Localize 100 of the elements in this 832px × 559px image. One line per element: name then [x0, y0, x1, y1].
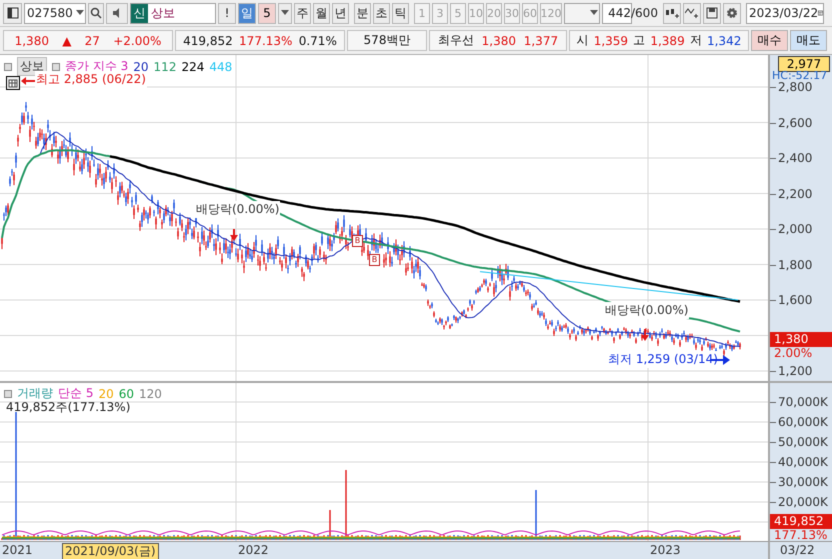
stock-code-field[interactable]: 027580: [24, 2, 86, 24]
quote-value: 1,342: [706, 34, 742, 48]
period-tab[interactable]: 주: [294, 2, 311, 24]
quote-value: 1,380: [482, 34, 516, 48]
date-tick-label: 2021: [2, 543, 33, 558]
dividend-note: 배당락(0.00%): [195, 201, 280, 218]
alert-button[interactable]: !: [218, 2, 236, 24]
price-tick-label: 2,400: [778, 151, 812, 165]
top-price-label: 2,977: [778, 56, 830, 72]
sound-button[interactable]: [106, 2, 128, 24]
quote-value: 1,377: [524, 34, 558, 48]
quote-value: 고: [633, 32, 646, 49]
high-price-note: 최고 2,885 (06/22): [35, 71, 147, 88]
volume-reading: 419,852주(177.13%): [6, 399, 130, 416]
sell-button[interactable]: 매도: [790, 30, 827, 51]
search-button[interactable]: [88, 2, 104, 24]
volume-tick-label: 50,000K: [778, 435, 828, 449]
toggle-square-icon[interactable]: [52, 62, 60, 70]
price-tick-label: 2,600: [778, 116, 812, 130]
price-tick-label: 1,200: [778, 364, 812, 378]
period-label: 20: [98, 386, 114, 400]
quote-value: 27: [84, 34, 100, 48]
quote-value: ▲: [62, 34, 72, 48]
search-icon: [90, 7, 102, 19]
volume-tick-label: 70,000K: [778, 395, 828, 409]
layout-button[interactable]: [3, 2, 22, 24]
dropdown-caret-icon: [589, 10, 599, 16]
dropdown-caret-icon: [280, 10, 290, 16]
quote-value: 419,852: [183, 34, 233, 48]
save-icon: [706, 7, 718, 19]
settings-icon: [726, 7, 738, 19]
line-plus-icon: [684, 7, 699, 19]
quote-value: 1,389: [650, 34, 685, 48]
period-count-field[interactable]: 5: [258, 2, 276, 24]
price-tick-label: 1,600: [778, 293, 812, 307]
bar-count-field[interactable]: 442: [602, 2, 632, 24]
period-tab[interactable]: 월: [313, 2, 330, 24]
period-tab[interactable]: 년: [332, 2, 349, 24]
period-label: 224: [181, 60, 204, 74]
calendar-icon: [818, 8, 823, 18]
period-tab[interactable]: 일: [238, 2, 256, 24]
volume-tick-label: 30,000K: [778, 475, 828, 489]
last-date-label: 03/22: [780, 543, 815, 558]
period-dropdown-button[interactable]: [278, 2, 292, 24]
quote-value: 저: [690, 32, 702, 49]
period-label: 120: [139, 386, 162, 400]
quote-value: 177.13%: [239, 34, 292, 48]
arrow-down-icon: [641, 329, 649, 341]
hc-label: HC:-52.17: [772, 69, 828, 82]
buy-signal-marker: B: [369, 254, 380, 266]
settings-button[interactable]: [722, 2, 741, 24]
stock-name-field[interactable]: 신 상보: [130, 2, 216, 24]
cursor-date-label: 2021/09/03(금): [62, 543, 159, 559]
period-label: 60: [118, 386, 134, 400]
quote-value: 1,380: [14, 34, 49, 48]
volume-percent-label: 177.13%: [774, 529, 828, 541]
grid-icon: [6, 76, 20, 90]
arrow-down-icon: [230, 229, 238, 241]
date-tick-label: 2022: [238, 543, 269, 558]
current-volume-tag: 419,852: [770, 514, 832, 529]
price-tick-label: 2,000: [778, 222, 812, 236]
quote-value: 1,359: [594, 34, 628, 48]
period-label: 448: [209, 60, 232, 74]
volume-tick-label: 40,000K: [778, 455, 828, 469]
price-tick-label: 1,800: [778, 258, 812, 272]
period-tab[interactable]: 틱: [392, 2, 409, 24]
current-price-tag: 1,380: [770, 332, 832, 348]
add-line-button[interactable]: [682, 2, 701, 24]
period-tab[interactable]: 분: [354, 2, 371, 24]
quote-value: 578백만: [364, 32, 410, 49]
add-candle-button[interactable]: [662, 2, 681, 24]
dividend-note: 배당락(0.00%): [604, 302, 690, 319]
volume-tick-label: 60,000K: [778, 415, 828, 429]
dropdown-caret-icon: [75, 10, 85, 16]
buy-button[interactable]: 매수: [751, 30, 788, 51]
toggle-square-icon[interactable]: [4, 62, 12, 70]
quote-value: 최우선: [438, 32, 474, 49]
series-title: 거래량: [17, 385, 53, 402]
price-tick-label: 2,200: [778, 186, 812, 200]
speaker-icon: [112, 8, 122, 18]
interval-dropdown[interactable]: [564, 2, 600, 24]
volume-tick-label: 20,000K: [778, 495, 828, 509]
arrow-left-icon: [21, 77, 35, 85]
period-label: 20: [133, 60, 149, 74]
quote-value: 0.71%: [298, 34, 337, 48]
bar-total-label: /600: [631, 6, 658, 20]
indicator-label: 단순 5: [58, 385, 94, 402]
quote-value: +2.00%: [113, 34, 162, 48]
change-percent-label: 2.00%: [774, 347, 812, 360]
toggle-square-icon[interactable]: [4, 390, 12, 398]
date-field[interactable]: 2023/03/22: [746, 2, 824, 24]
panel-icon: [6, 7, 18, 19]
price-tick-label: 2,800: [778, 80, 812, 94]
period-label: 112: [154, 60, 176, 74]
save-button[interactable]: [702, 2, 721, 24]
buy-signal-marker: B: [352, 235, 363, 247]
quote-value: 시: [576, 32, 589, 49]
candle-plus-icon: [664, 7, 679, 19]
date-tick-label: 2023: [650, 543, 681, 558]
period-tab[interactable]: 초: [373, 2, 390, 24]
